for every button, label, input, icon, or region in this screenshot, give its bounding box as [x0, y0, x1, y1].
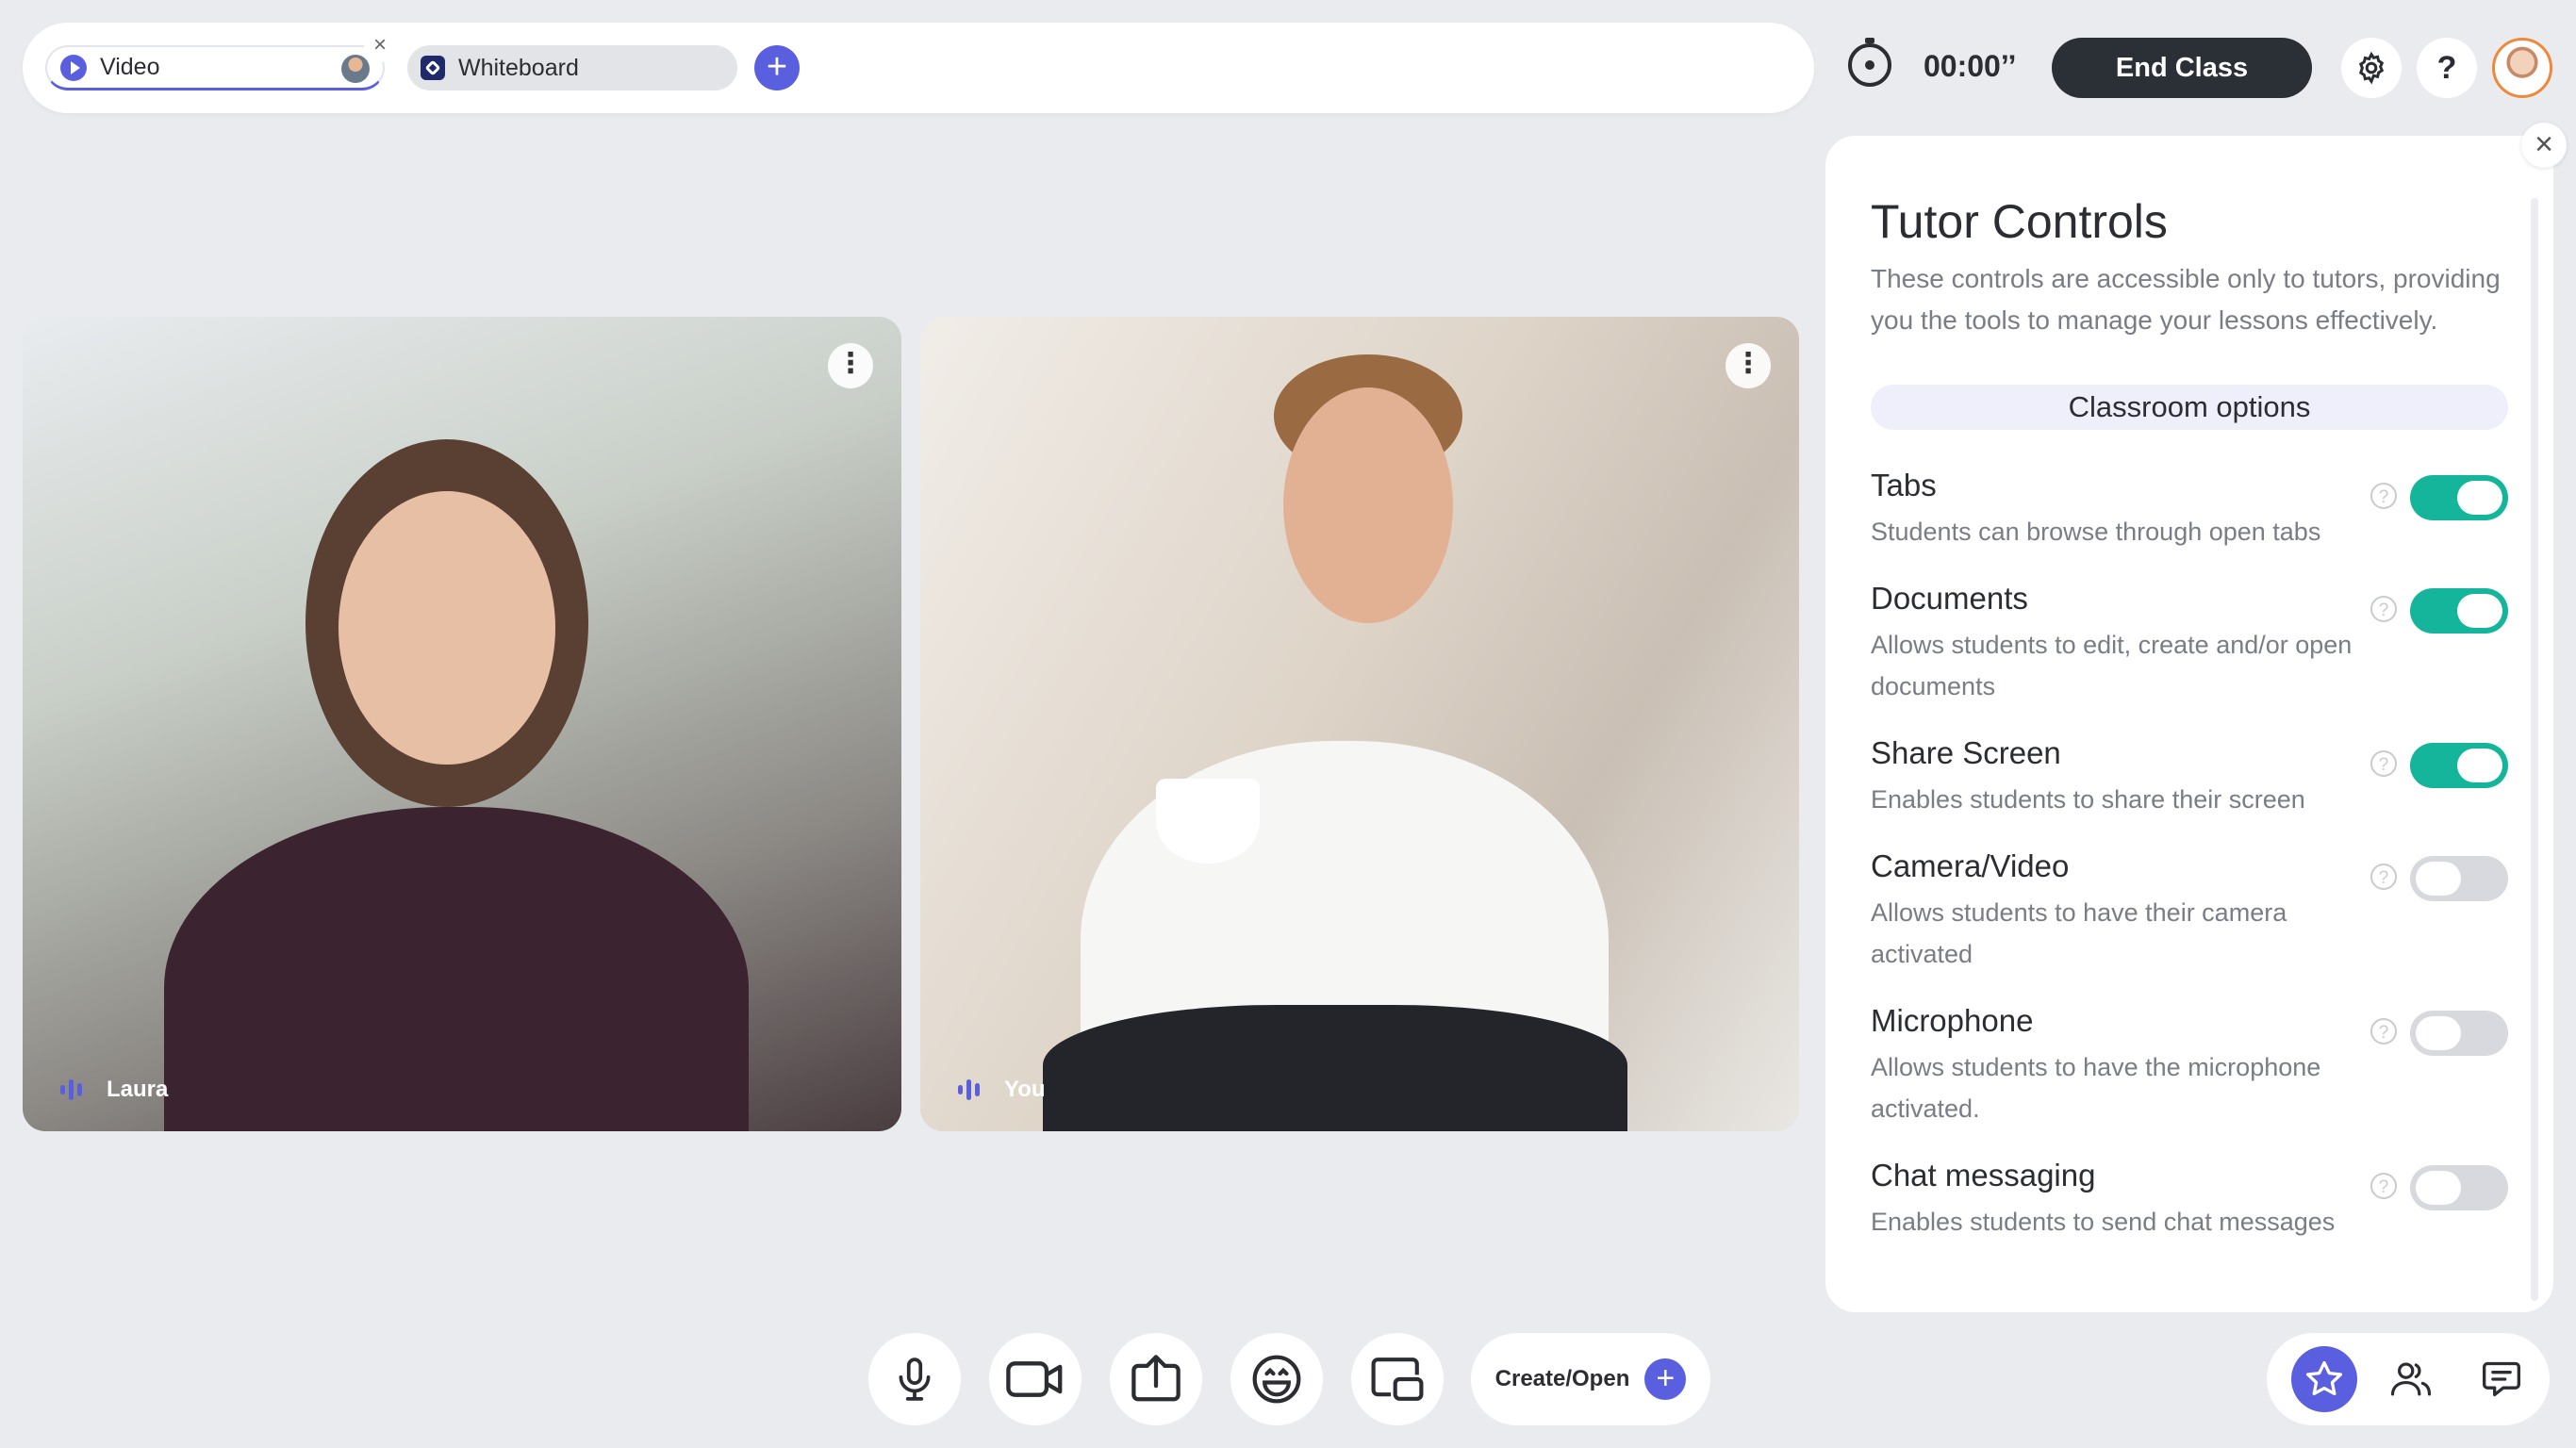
coffee-cup: [1156, 779, 1260, 864]
option-description: Enables students to send chat messages: [1871, 1208, 2336, 1236]
share-screen-icon: [1131, 1355, 1181, 1402]
option-description: Enables students to share their screen: [1871, 785, 2305, 814]
settings-button[interactable]: [2341, 38, 2402, 98]
option-description: Allows students to edit, create and/or o…: [1871, 631, 2353, 700]
section-header: Classroom options: [1871, 385, 2508, 430]
option-documents: Documents Allows students to edit, creat…: [1871, 581, 2512, 707]
reactions-button[interactable]: [1230, 1333, 1323, 1425]
help-icon[interactable]: ?: [2370, 750, 2397, 777]
microphone-icon: [899, 1358, 931, 1401]
audio-wave-icon: [958, 1079, 983, 1100]
participant-name: You: [1004, 1077, 1046, 1102]
camera-icon: [1006, 1361, 1063, 1397]
option-tabs: Tabs Students can browse through open ta…: [1871, 468, 2512, 552]
close-tab-icon[interactable]: ×: [364, 30, 396, 62]
participant-silhouette: [164, 807, 749, 1131]
tab-whiteboard-label: Whiteboard: [458, 54, 579, 81]
participants-tab[interactable]: [2378, 1346, 2444, 1412]
emoji-icon: [1252, 1355, 1301, 1404]
option-chat-messaging: Chat messaging Enables students to send …: [1871, 1158, 2512, 1242]
microphone-button[interactable]: [868, 1333, 961, 1425]
participant-face: [339, 491, 555, 765]
star-icon: [2305, 1360, 2343, 1396]
tutor-controls-panel: Tutor Controls These controls are access…: [1825, 136, 2553, 1312]
timer-icon: [1848, 38, 1891, 87]
tutor-controls-tab[interactable]: [2291, 1346, 2357, 1412]
panel-description: These controls are accessible only to tu…: [1871, 264, 2501, 335]
option-description: Allows students to have their camera act…: [1871, 898, 2287, 968]
toggle-share-screen[interactable]: [2410, 743, 2508, 788]
chat-icon: [2483, 1361, 2520, 1397]
layout-button[interactable]: [1351, 1333, 1444, 1425]
toggle-camera-video[interactable]: [2410, 856, 2508, 901]
help-icon[interactable]: ?: [2370, 864, 2397, 890]
option-share-screen: Share Screen Enables students to share t…: [1871, 735, 2512, 820]
video-options-button[interactable]: ⋮: [1726, 343, 1771, 388]
add-tab-button[interactable]: +: [754, 45, 800, 90]
option-description: Allows students to have the microphone a…: [1871, 1053, 2321, 1123]
help-icon[interactable]: ?: [2370, 1173, 2397, 1199]
end-class-button[interactable]: End Class: [2052, 38, 2312, 98]
gear-icon: [2358, 51, 2385, 85]
share-screen-button[interactable]: [1110, 1333, 1202, 1425]
play-icon: [60, 54, 87, 81]
create-open-button[interactable]: Create/Open +: [1471, 1333, 1710, 1425]
toggle-microphone[interactable]: [2410, 1011, 2508, 1056]
layout-icon: [1371, 1358, 1424, 1401]
participant-name: Laura: [107, 1077, 169, 1102]
video-tile-you: ⋮ You: [920, 317, 1799, 1131]
toggle-chat-messaging[interactable]: [2410, 1165, 2508, 1210]
participant-label: Laura: [60, 1077, 168, 1103]
help-button[interactable]: ?: [2417, 38, 2477, 98]
panel-scrollbar[interactable]: [2531, 198, 2538, 1301]
toggle-documents[interactable]: [2410, 588, 2508, 634]
option-microphone: Microphone Allows students to have the m…: [1871, 1003, 2512, 1129]
create-open-label: Create/Open: [1494, 1366, 1630, 1391]
help-icon[interactable]: ?: [2370, 483, 2397, 509]
participant-legs: [1043, 1005, 1627, 1131]
audio-wave-icon: [60, 1079, 86, 1100]
tab-video[interactable]: Video: [45, 45, 385, 90]
user-avatar[interactable]: [2492, 38, 2552, 98]
video-tile-laura: ⋮ Laura: [23, 317, 901, 1131]
close-panel-icon[interactable]: ×: [2521, 123, 2567, 168]
toggle-tabs[interactable]: [2410, 475, 2508, 520]
plus-icon: +: [1644, 1358, 1687, 1400]
tab-bar: Video × Whiteboard +: [23, 23, 1814, 113]
tab-presenter-avatar: [341, 55, 370, 83]
tab-video-label: Video: [100, 54, 160, 80]
participant-face: [1283, 387, 1453, 623]
whiteboard-icon: [421, 56, 445, 80]
chat-tab[interactable]: [2469, 1346, 2535, 1412]
tab-whiteboard[interactable]: Whiteboard: [407, 45, 737, 90]
help-icon[interactable]: ?: [2370, 596, 2397, 622]
people-icon: [2390, 1362, 2432, 1396]
side-panel-nav: [2267, 1333, 2550, 1425]
video-options-button[interactable]: ⋮: [828, 343, 873, 388]
option-description: Students can browse through open tabs: [1871, 518, 2321, 546]
help-icon[interactable]: ?: [2370, 1018, 2397, 1045]
class-timer: 00:00’’: [1924, 49, 2017, 83]
help-icon: ?: [2436, 49, 2457, 86]
panel-title: Tutor Controls: [1871, 195, 2168, 248]
participant-label: You: [958, 1077, 1046, 1103]
camera-button[interactable]: [989, 1333, 1082, 1425]
option-camera-video: Camera/Video Allows students to have the…: [1871, 848, 2512, 975]
